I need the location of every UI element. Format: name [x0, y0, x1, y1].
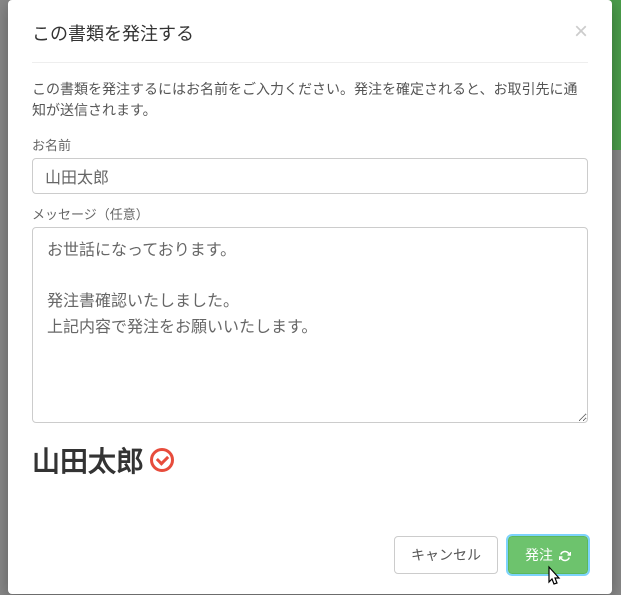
order-modal: この書類を発注する × この書類を発注するにはお名前をご入力ください。発注を確定… — [8, 0, 612, 594]
cancel-button[interactable]: キャンセル — [394, 536, 498, 574]
modal-title: この書類を発注する — [32, 20, 194, 46]
close-button[interactable]: × — [574, 20, 588, 44]
signature-name: 山田太郎 — [32, 440, 144, 480]
modal-footer: キャンセル 発注 — [32, 536, 588, 574]
submit-button[interactable]: 発注 — [508, 536, 588, 574]
name-label: お名前 — [32, 135, 588, 154]
modal-header: この書類を発注する × — [32, 20, 588, 63]
modal-body: この書類を発注するにはお名前をご入力ください。発注を確定されると、お取引先に通知… — [32, 79, 588, 480]
message-textarea[interactable] — [32, 227, 588, 423]
submit-button-label: 発注 — [525, 545, 553, 565]
refresh-icon — [559, 549, 571, 561]
stamp-check-icon — [150, 448, 174, 472]
modal-description: この書類を発注するにはお名前をご入力ください。発注を確定されると、お取引先に通知… — [32, 79, 588, 121]
message-label: メッセージ（任意） — [32, 204, 588, 223]
signature-row: 山田太郎 — [32, 440, 588, 480]
name-input[interactable] — [32, 158, 588, 194]
